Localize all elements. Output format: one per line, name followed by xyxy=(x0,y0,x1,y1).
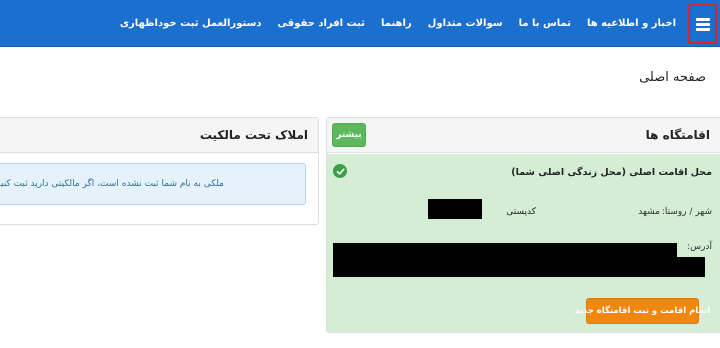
nav-link-legal-entities[interactable]: ثبت افراد حقوقی xyxy=(270,18,373,29)
main-residence-card: محل اقامت اصلی (محل زندگی اصلی شما) شهر … xyxy=(327,154,720,332)
postal-code-redacted xyxy=(428,199,482,219)
residences-panel-header: اقامتگاه ها بیشتر xyxy=(327,118,720,153)
residences-panel-title: اقامتگاه ها xyxy=(645,128,710,142)
hamburger-menu-icon xyxy=(695,16,710,33)
residences-panel: اقامتگاه ها بیشتر محل اقامت اصلی (محل زن… xyxy=(326,117,720,333)
residence-heading: محل اقامت اصلی (محل زندگی اصلی شما) xyxy=(511,167,712,178)
hamburger-menu-button[interactable] xyxy=(688,4,717,44)
postal-code-label: کدپستی xyxy=(506,207,536,217)
properties-panel: املاک تحت مالکیت ملکی به نام شما ثبت نشد… xyxy=(0,117,319,225)
city-label: شهر / روستا: xyxy=(661,207,712,217)
nav-link-self-declaration-guide[interactable]: دستورالعمل ثبت خوداظهاری xyxy=(112,18,270,29)
city-value: مشهد xyxy=(638,207,660,217)
properties-info-message: ملکی به نام شما ثبت نشده است، اگر مالکیت… xyxy=(0,179,224,189)
address-label: آدرس: xyxy=(687,242,712,252)
address-redacted xyxy=(333,243,677,257)
nav-link-news[interactable]: اخبار و اطلاعیه ها xyxy=(579,18,684,29)
more-button[interactable]: بیشتر xyxy=(332,123,366,147)
properties-panel-title: املاک تحت مالکیت xyxy=(199,128,308,142)
top-navbar: اخبار و اطلاعیه ها تماس با ما سوالات متد… xyxy=(0,0,720,47)
nav-links: اخبار و اطلاعیه ها تماس با ما سوالات متد… xyxy=(112,0,684,47)
nav-link-guide[interactable]: راهنما xyxy=(373,18,420,29)
address-redacted-line-2 xyxy=(333,257,705,277)
check-circle-icon xyxy=(333,164,347,178)
nav-link-faq[interactable]: سوالات متداول xyxy=(420,18,511,29)
properties-panel-header: املاک تحت مالکیت xyxy=(0,118,318,153)
page-title: صفحه اصلی xyxy=(639,70,706,85)
properties-info-alert: ملکی به نام شما ثبت نشده است، اگر مالکیت… xyxy=(0,163,306,205)
complete-residence-button[interactable]: اتمام اقامت و ثبت اقامتگاه جدید xyxy=(575,298,710,324)
nav-link-contact[interactable]: تماس با ما xyxy=(511,18,579,29)
